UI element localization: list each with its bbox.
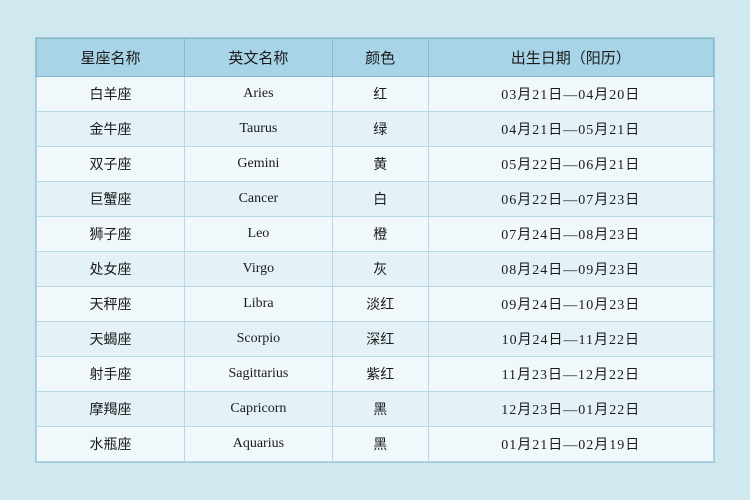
cell-en-name: Sagittarius	[184, 357, 332, 392]
cell-en-name: Virgo	[184, 252, 332, 287]
cell-en-name: Capricorn	[184, 392, 332, 427]
table-row: 狮子座Leo橙07月24日—08月23日	[37, 217, 714, 252]
cell-date: 05月22日—06月21日	[428, 147, 713, 182]
cell-zh-name: 天蝎座	[37, 322, 185, 357]
cell-color: 淡红	[332, 287, 428, 322]
cell-color: 白	[332, 182, 428, 217]
table-row: 天蝎座Scorpio深红10月24日—11月22日	[37, 322, 714, 357]
cell-zh-name: 射手座	[37, 357, 185, 392]
cell-color: 紫红	[332, 357, 428, 392]
zodiac-table-container: 星座名称 英文名称 颜色 出生日期（阳历） 白羊座Aries红03月21日—04…	[35, 37, 715, 463]
cell-en-name: Taurus	[184, 112, 332, 147]
table-row: 射手座Sagittarius紫红11月23日—12月22日	[37, 357, 714, 392]
cell-color: 黄	[332, 147, 428, 182]
cell-en-name: Scorpio	[184, 322, 332, 357]
header-zh-name: 星座名称	[37, 39, 185, 77]
header-en-name: 英文名称	[184, 39, 332, 77]
cell-zh-name: 金牛座	[37, 112, 185, 147]
cell-color: 红	[332, 77, 428, 112]
table-row: 白羊座Aries红03月21日—04月20日	[37, 77, 714, 112]
cell-date: 07月24日—08月23日	[428, 217, 713, 252]
table-row: 处女座Virgo灰08月24日—09月23日	[37, 252, 714, 287]
cell-zh-name: 巨蟹座	[37, 182, 185, 217]
cell-date: 10月24日—11月22日	[428, 322, 713, 357]
cell-zh-name: 双子座	[37, 147, 185, 182]
cell-en-name: Cancer	[184, 182, 332, 217]
cell-date: 06月22日—07月23日	[428, 182, 713, 217]
cell-color: 橙	[332, 217, 428, 252]
cell-color: 黑	[332, 427, 428, 462]
cell-zh-name: 狮子座	[37, 217, 185, 252]
table-row: 金牛座Taurus绿04月21日—05月21日	[37, 112, 714, 147]
cell-en-name: Gemini	[184, 147, 332, 182]
table-row: 双子座Gemini黄05月22日—06月21日	[37, 147, 714, 182]
table-header-row: 星座名称 英文名称 颜色 出生日期（阳历）	[37, 39, 714, 77]
cell-date: 04月21日—05月21日	[428, 112, 713, 147]
header-date: 出生日期（阳历）	[428, 39, 713, 77]
cell-color: 灰	[332, 252, 428, 287]
cell-date: 01月21日—02月19日	[428, 427, 713, 462]
cell-zh-name: 处女座	[37, 252, 185, 287]
cell-color: 黑	[332, 392, 428, 427]
cell-zh-name: 摩羯座	[37, 392, 185, 427]
cell-date: 08月24日—09月23日	[428, 252, 713, 287]
table-row: 天秤座Libra淡红09月24日—10月23日	[37, 287, 714, 322]
cell-date: 11月23日—12月22日	[428, 357, 713, 392]
table-row: 摩羯座Capricorn黑12月23日—01月22日	[37, 392, 714, 427]
cell-date: 09月24日—10月23日	[428, 287, 713, 322]
cell-en-name: Libra	[184, 287, 332, 322]
header-color: 颜色	[332, 39, 428, 77]
cell-date: 03月21日—04月20日	[428, 77, 713, 112]
cell-en-name: Leo	[184, 217, 332, 252]
table-row: 巨蟹座Cancer白06月22日—07月23日	[37, 182, 714, 217]
cell-en-name: Aries	[184, 77, 332, 112]
table-body: 白羊座Aries红03月21日—04月20日金牛座Taurus绿04月21日—0…	[37, 77, 714, 462]
cell-color: 绿	[332, 112, 428, 147]
cell-zh-name: 白羊座	[37, 77, 185, 112]
zodiac-table: 星座名称 英文名称 颜色 出生日期（阳历） 白羊座Aries红03月21日—04…	[36, 38, 714, 462]
cell-zh-name: 天秤座	[37, 287, 185, 322]
cell-color: 深红	[332, 322, 428, 357]
cell-zh-name: 水瓶座	[37, 427, 185, 462]
table-row: 水瓶座Aquarius黑01月21日—02月19日	[37, 427, 714, 462]
cell-en-name: Aquarius	[184, 427, 332, 462]
cell-date: 12月23日—01月22日	[428, 392, 713, 427]
